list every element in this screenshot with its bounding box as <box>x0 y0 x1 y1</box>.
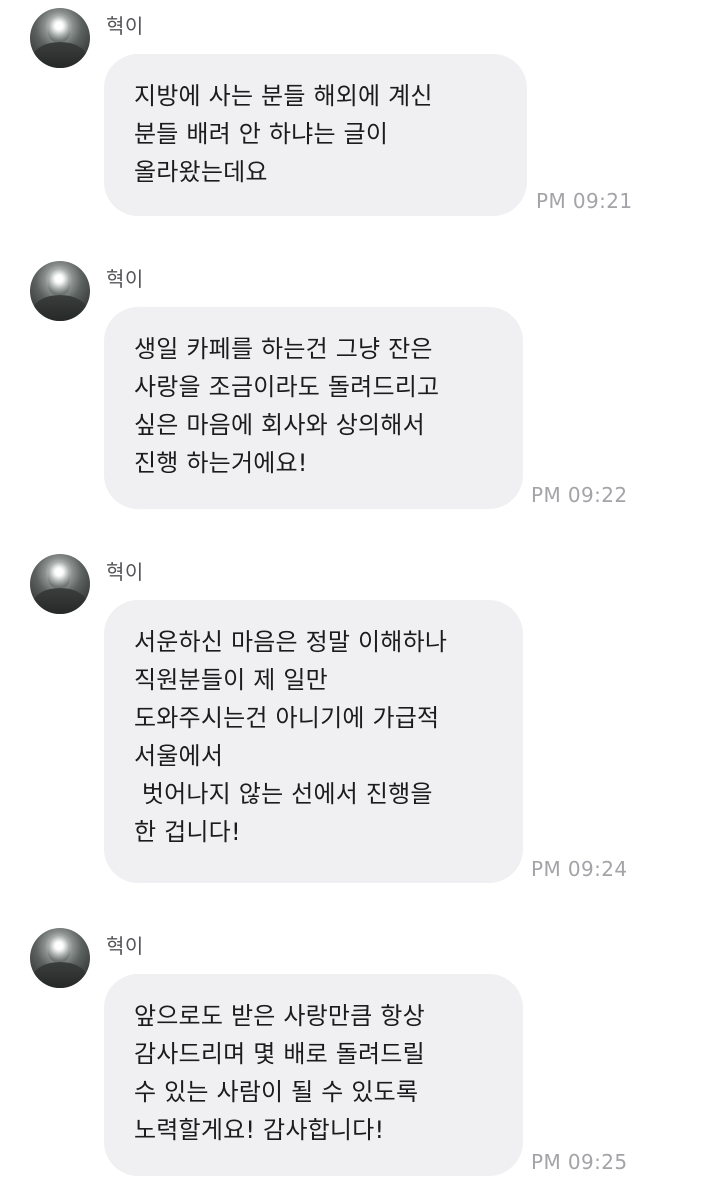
avatar[interactable] <box>30 554 90 614</box>
message-text: 앞으로도 받은 사랑만큼 항상 감사드리며 몇 배로 돌려드릴 수 있는 사람이… <box>134 1002 425 1144</box>
avatar[interactable] <box>30 8 90 68</box>
message-bubble[interactable]: 생일 카페를 하는건 그냥 잔은 사랑을 조금이라도 돌려드리고 싶은 마음에 … <box>104 307 523 509</box>
message-timestamp: PM 09:25 <box>531 1150 628 1174</box>
avatar[interactable] <box>30 928 90 988</box>
message-timestamp: PM 09:24 <box>531 857 628 881</box>
message-text: 서운하신 마음은 정말 이해하나 직원분들이 제 일만 도와주시는건 아니기에 … <box>134 628 448 846</box>
avatar[interactable] <box>30 261 90 321</box>
message-timestamp: PM 09:22 <box>531 483 628 507</box>
message-text: 생일 카페를 하는건 그냥 잔은 사랑을 조금이라도 돌려드리고 싶은 마음에 … <box>134 335 440 477</box>
sender-name: 혁이 <box>106 267 144 291</box>
sender-name: 혁이 <box>106 934 144 958</box>
sender-name: 혁이 <box>106 560 144 584</box>
message-bubble[interactable]: 앞으로도 받은 사랑만큼 항상 감사드리며 몇 배로 돌려드릴 수 있는 사람이… <box>104 974 523 1176</box>
message-text: 지방에 사는 분들 해외에 계신 분들 배려 안 하냐는 글이 올라왔는데요 <box>134 82 433 186</box>
message-bubble[interactable]: 지방에 사는 분들 해외에 계신 분들 배려 안 하냐는 글이 올라왔는데요 <box>104 54 527 216</box>
sender-name: 혁이 <box>106 14 144 38</box>
message-bubble[interactable]: 서운하신 마음은 정말 이해하나 직원분들이 제 일만 도와주시는건 아니기에 … <box>104 600 523 883</box>
message-timestamp: PM 09:21 <box>536 189 633 213</box>
